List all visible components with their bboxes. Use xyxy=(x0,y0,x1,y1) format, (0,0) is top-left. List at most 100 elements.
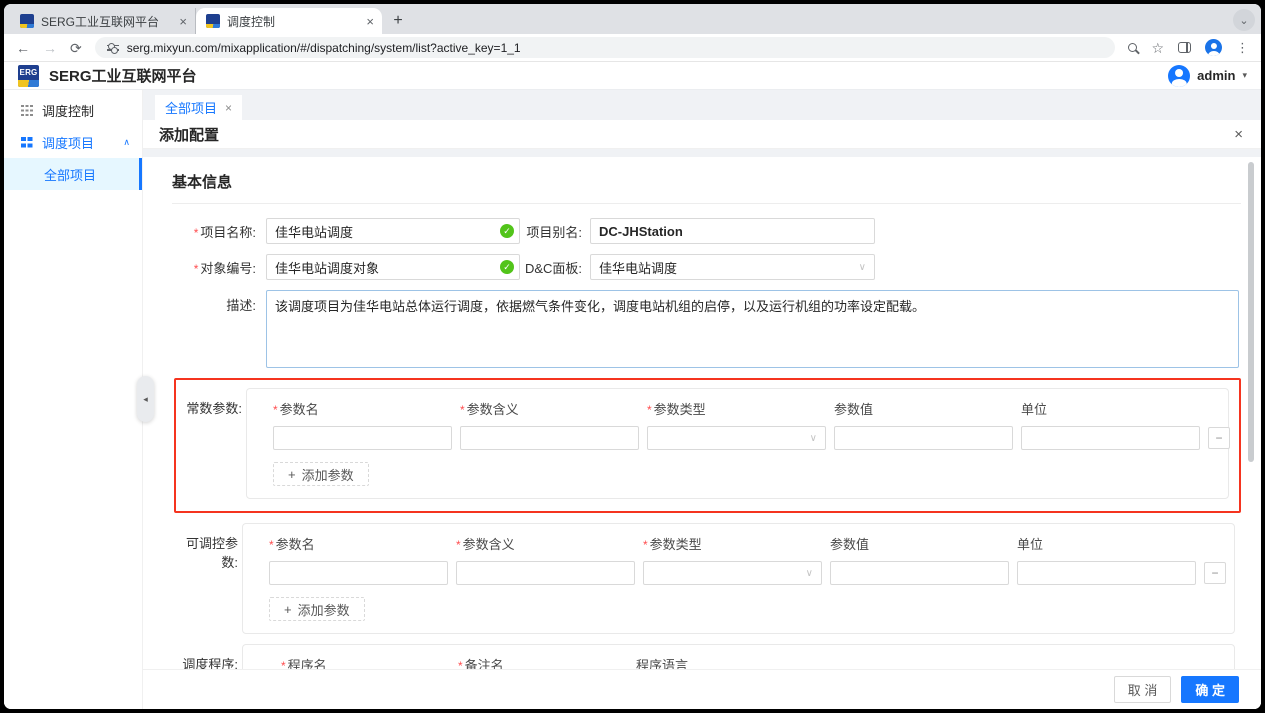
valid-check-icon: ✓ xyxy=(500,260,514,274)
adjustable-params-label: 可调控参数: xyxy=(172,523,242,571)
serg-favicon xyxy=(20,14,34,28)
project-squares-icon xyxy=(20,136,33,149)
caret-down-icon[interactable]: ▾ xyxy=(1242,70,1247,81)
site-settings-icon[interactable] xyxy=(107,42,119,53)
add-param-button[interactable]: + 添加参数 xyxy=(269,597,365,621)
column-header: 程序语言 xyxy=(636,655,801,669)
page-tab-label: 全部项目 xyxy=(165,98,217,117)
adjustable-params-box: *参数名 *参数含义 *参数类型 参数值 单位 ∨ xyxy=(242,523,1235,634)
browser-profile-avatar[interactable] xyxy=(1205,39,1222,56)
add-param-button[interactable]: + 添加参数 xyxy=(273,462,369,486)
program-section: 调度程序: *程序名 *备注名 程序语言 Lua xyxy=(172,644,1241,669)
form-row: 描述: 该调度项目为佳华电站总体运行调度，依据燃气条件变化，调度电站机组的启停，… xyxy=(172,290,1241,368)
confirm-button[interactable]: 确 定 xyxy=(1181,676,1239,703)
program-label: 调度程序: xyxy=(172,644,242,669)
url-text[interactable]: serg.mixyun.com/mixapplication/#/dispatc… xyxy=(127,41,521,55)
dc-panel-label: D&C面板: xyxy=(520,258,590,277)
form-content: 基本信息 *项目名称: ✓ 项目别名: *对象编号: xyxy=(143,157,1261,669)
forward-icon: → xyxy=(43,41,57,55)
zoom-icon[interactable] xyxy=(1128,43,1137,52)
param-column-headers: *参数名 *参数含义 *参数类型 参数值 单位 xyxy=(269,534,1228,553)
program-box: *程序名 *备注名 程序语言 Lua ∨ xyxy=(242,644,1235,669)
const-params-section: 常数参数: *参数名 *参数含义 *参数类型 参数值 单位 xyxy=(176,388,1235,499)
username[interactable]: admin xyxy=(1197,68,1235,83)
sidebar-collapse-handle[interactable]: ◂ xyxy=(137,376,154,422)
column-header: *程序名 xyxy=(281,655,448,669)
required-marker: * xyxy=(194,226,199,240)
param-meaning-input[interactable] xyxy=(456,561,635,585)
object-id-label: *对象编号: xyxy=(172,258,266,277)
sidebar-item-label: 全部项目 xyxy=(44,165,96,184)
bookmark-star-icon[interactable]: ☆ xyxy=(1151,41,1164,55)
tab-close-icon[interactable]: × xyxy=(179,15,187,28)
form-row: *对象编号: ✓ D&C面板: 佳华电站调度 ∨ xyxy=(172,254,1241,280)
param-name-input[interactable] xyxy=(273,426,452,450)
logo-text: ERG xyxy=(20,65,38,80)
sidebar-item-all-projects[interactable]: 全部项目 xyxy=(4,158,142,190)
column-header: 参数值 xyxy=(830,534,1009,553)
chevron-up-icon[interactable]: ∧ xyxy=(123,137,130,148)
column-header: *参数含义 xyxy=(460,399,639,418)
sidebar-item-label: 调度项目 xyxy=(42,133,94,152)
panel-close-icon[interactable]: × xyxy=(1234,127,1243,142)
dc-panel-select[interactable]: 佳华电站调度 ∨ xyxy=(590,254,875,280)
reload-icon[interactable]: ⟳ xyxy=(70,41,82,55)
remove-param-button[interactable]: − xyxy=(1204,562,1226,584)
project-alias-input[interactable] xyxy=(590,218,875,244)
tab-close-icon[interactable]: × xyxy=(366,15,374,28)
const-params-label: 常数参数: xyxy=(176,388,246,417)
project-name-field: ✓ xyxy=(266,218,520,244)
browser-tabstrip: SERG工业互联网平台 × 调度控制 × + ⌄ xyxy=(4,4,1261,34)
browser-addressbar: ← → ⟳ serg.mixyun.com/mixapplication/#/d… xyxy=(4,34,1261,62)
sidebar-item-label: 调度控制 xyxy=(42,101,94,120)
plus-icon: + xyxy=(288,467,296,482)
url-bar[interactable]: serg.mixyun.com/mixapplication/#/dispatc… xyxy=(95,37,1116,58)
description-textarea[interactable]: 该调度项目为佳华电站总体运行调度，依据燃气条件变化，调度电站机组的启停，以及运行… xyxy=(266,290,1239,368)
param-meaning-input[interactable] xyxy=(460,426,639,450)
tab-overflow-button[interactable]: ⌄ xyxy=(1233,9,1255,31)
addressbar-actions: ☆ ⋮ xyxy=(1128,39,1249,56)
serg-favicon xyxy=(206,14,220,28)
object-id-input[interactable] xyxy=(266,254,520,280)
cancel-button[interactable]: 取 消 xyxy=(1114,676,1172,703)
user-avatar[interactable] xyxy=(1168,65,1190,87)
browser-menu-icon[interactable]: ⋮ xyxy=(1236,41,1249,54)
divider-strip xyxy=(143,149,1261,157)
page-tab-close-icon[interactable]: × xyxy=(225,101,232,115)
program-column-headers: *程序名 *备注名 程序语言 xyxy=(281,655,1228,669)
panel-header: 添加配置 × xyxy=(143,120,1261,149)
reading-list-icon[interactable] xyxy=(1178,42,1191,53)
param-unit-input[interactable] xyxy=(1017,561,1196,585)
param-type-select[interactable]: ∨ xyxy=(643,561,822,585)
scrollbar-thumb[interactable] xyxy=(1248,162,1254,462)
browser-tab-serg[interactable]: SERG工业互联网平台 × xyxy=(10,8,196,34)
param-value-input[interactable] xyxy=(834,426,1013,450)
project-name-input[interactable] xyxy=(266,218,520,244)
add-config-panel: 添加配置 × 基本信息 *项目名称: ✓ 项目别名: xyxy=(143,120,1261,709)
back-icon[interactable]: ← xyxy=(16,41,30,55)
chevron-down-icon: ∨ xyxy=(806,568,813,579)
column-header: *参数类型 xyxy=(643,534,822,553)
column-header: *备注名 xyxy=(458,655,626,669)
page-tab-all-projects[interactable]: 全部项目 × xyxy=(155,95,242,120)
param-unit-input[interactable] xyxy=(1021,426,1200,450)
app-title: SERG工业互联网平台 xyxy=(49,65,197,86)
const-params-box: *参数名 *参数含义 *参数类型 参数值 单位 xyxy=(246,388,1229,499)
column-header: 参数值 xyxy=(834,399,1013,418)
plus-icon: + xyxy=(284,602,292,617)
new-tab-button[interactable]: + xyxy=(386,9,410,33)
sidebar-item-dispatch-projects[interactable]: 调度项目 ∧ xyxy=(4,126,142,158)
adjustable-params-section: 可调控参数: *参数名 *参数含义 *参数类型 参数值 单位 xyxy=(172,523,1241,634)
remove-param-button[interactable]: − xyxy=(1208,427,1230,449)
param-name-input[interactable] xyxy=(269,561,448,585)
column-header: *参数名 xyxy=(273,399,452,418)
sidebar-item-dispatch-control[interactable]: 调度控制 xyxy=(4,94,142,126)
param-value-input[interactable] xyxy=(830,561,1009,585)
form-row: *项目名称: ✓ 项目别名: xyxy=(172,218,1241,244)
browser-tab-title: SERG工业互联网平台 xyxy=(41,13,172,30)
highlight-rectangle: 常数参数: *参数名 *参数含义 *参数类型 参数值 单位 xyxy=(174,378,1241,513)
browser-tab-dispatch[interactable]: 调度控制 × xyxy=(196,8,382,34)
column-header: *参数名 xyxy=(269,534,448,553)
user-menu[interactable]: admin ▾ xyxy=(1168,65,1247,87)
param-type-select[interactable]: ∨ xyxy=(647,426,826,450)
